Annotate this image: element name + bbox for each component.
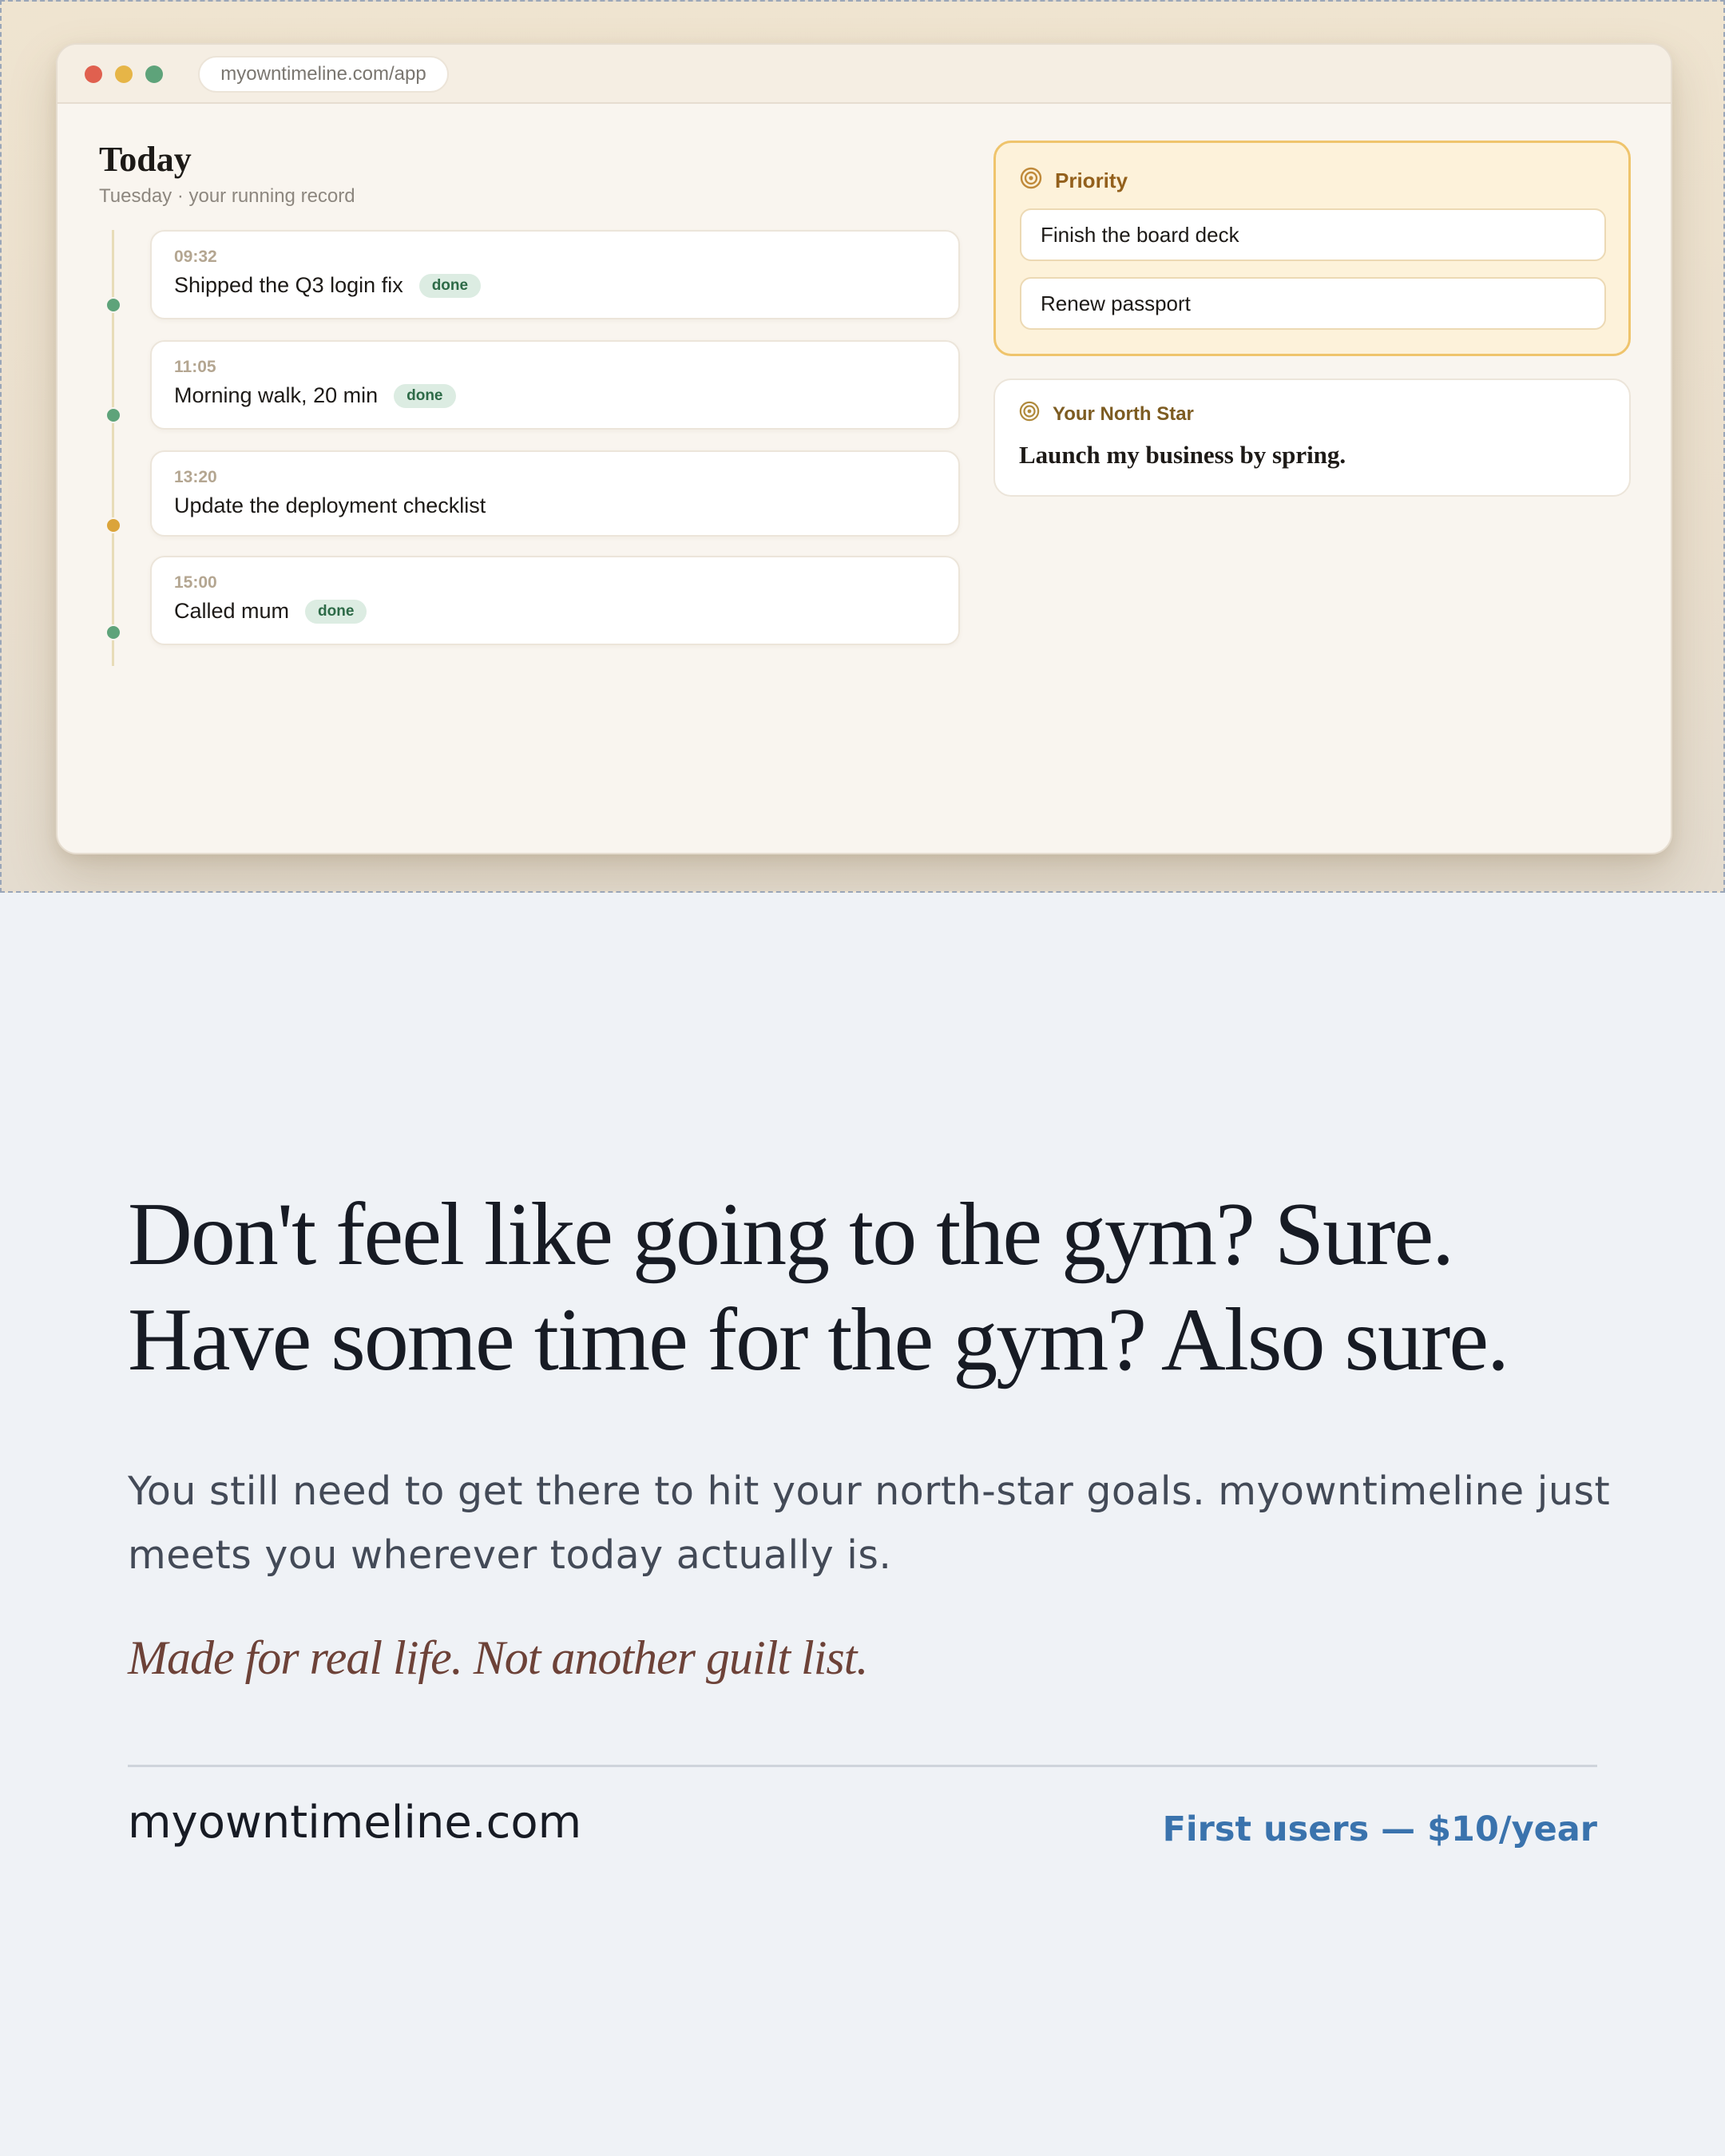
maximize-window-dot[interactable]	[145, 65, 163, 83]
timeline-entry[interactable]: 11:05 Morning walk, 20 min done	[150, 340, 960, 430]
status-badge: done	[394, 383, 456, 408]
hero-screenshot-band: myowntimeline.com/app Today Tuesday · yo…	[0, 0, 1725, 893]
entry-text: Update the deployment checklist	[174, 493, 486, 517]
entry-text: Shipped the Q3 login fix	[174, 273, 403, 297]
close-window-dot[interactable]	[85, 65, 102, 83]
priority-item[interactable]: Renew passport	[1020, 277, 1606, 330]
north-star-header: Your North Star	[1019, 401, 1194, 427]
priority-item[interactable]: Finish the board deck	[1020, 208, 1606, 261]
timeline-node-done	[105, 624, 121, 640]
timeline-entry[interactable]: 13:20 Update the deployment checklist	[150, 450, 960, 537]
browser-toolbar: myowntimeline.com/app	[58, 45, 1671, 104]
entry-text: Morning walk, 20 min	[174, 383, 379, 407]
north-star-title: Your North Star	[1053, 402, 1194, 425]
entry-time: 15:00	[174, 573, 217, 592]
north-star-panel: Your North Star Launch my business by sp…	[993, 378, 1631, 497]
north-star-goal: Launch my business by spring.	[1019, 441, 1346, 469]
tagline: Made for real life. Not another guilt li…	[128, 1631, 868, 1684]
entry-time: 09:32	[174, 248, 217, 266]
divider	[128, 1765, 1597, 1767]
target-icon	[1020, 167, 1042, 195]
body-copy: You still need to get there to hit your …	[128, 1468, 1611, 1578]
today-title: Today	[99, 140, 192, 179]
entry-text: Called mum	[174, 599, 290, 623]
timeline-node-done	[105, 407, 121, 423]
status-badge: done	[418, 273, 482, 298]
timeline-node-pending	[105, 517, 121, 533]
timeline-rail	[112, 230, 114, 666]
target-icon	[1019, 401, 1040, 427]
headline-line-2: Have some time for the gym? Also sure.	[128, 1290, 1509, 1389]
priority-title: Priority	[1055, 168, 1128, 192]
timeline-entry[interactable]: 15:00 Called mum done	[150, 556, 960, 645]
entry-time: 13:20	[174, 468, 217, 486]
address-bar[interactable]: myowntimeline.com/app	[198, 56, 449, 93]
priority-panel: Priority Finish the board deck Renew pas…	[993, 141, 1631, 356]
browser-window: myowntimeline.com/app Today Tuesday · yo…	[56, 43, 1672, 854]
pricing-offer: First users — $10/year	[1162, 1809, 1597, 1849]
minimize-window-dot[interactable]	[115, 65, 133, 83]
status-badge: done	[305, 599, 367, 624]
site-domain: myowntimeline.com	[128, 1797, 582, 1849]
entry-time: 11:05	[174, 358, 216, 376]
timeline-entry[interactable]: 09:32 Shipped the Q3 login fix done	[150, 230, 960, 319]
headline: Don't feel like going to the gym? Sure. …	[128, 1182, 1629, 1393]
today-subtitle: Tuesday · your running record	[99, 185, 355, 207]
priority-header: Priority	[1020, 167, 1128, 195]
headline-line-1: Don't feel like going to the gym? Sure.	[128, 1185, 1454, 1284]
timeline-node-done	[105, 297, 121, 313]
